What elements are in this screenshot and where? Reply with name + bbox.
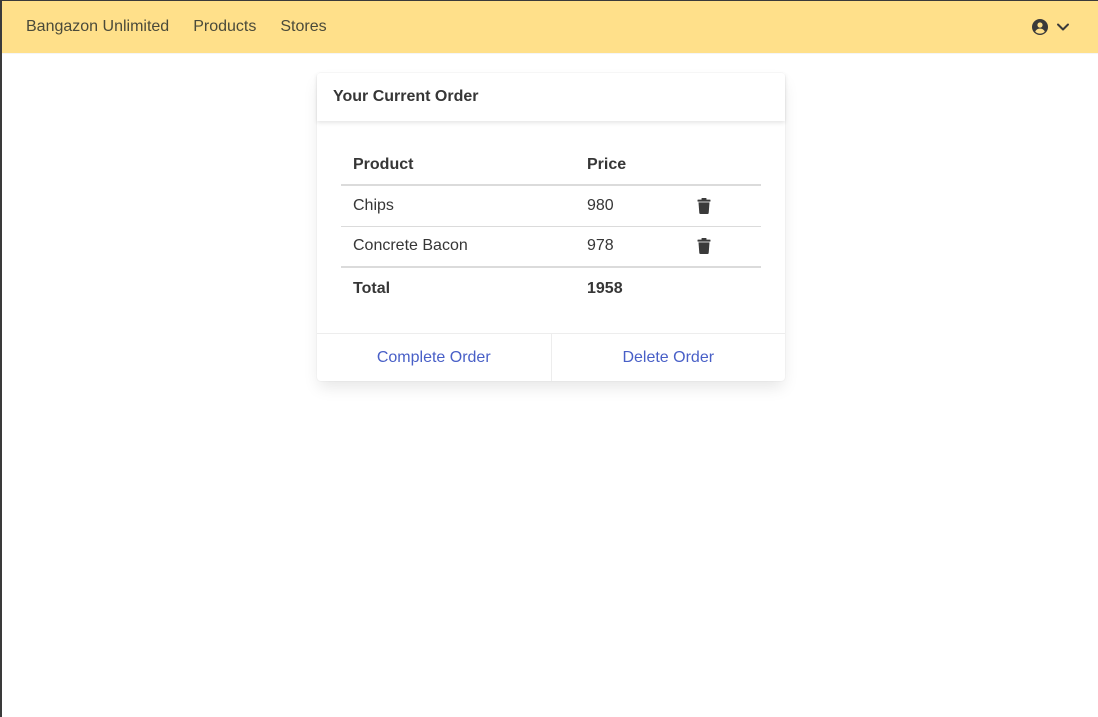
cell-product: Chips	[341, 185, 575, 227]
column-header-action	[685, 145, 761, 186]
table-header-row: Product Price	[341, 145, 761, 186]
cell-action	[685, 226, 761, 268]
column-header-product: Product	[341, 145, 575, 186]
nav-link-products[interactable]: Products	[193, 1, 256, 53]
cell-price: 980	[575, 185, 685, 227]
card-header: Your Current Order	[317, 73, 785, 121]
trash-icon	[697, 238, 711, 255]
app-frame: Bangazon Unlimited Products Stores Your …	[0, 0, 1098, 717]
cell-action	[685, 185, 761, 227]
navbar: Bangazon Unlimited Products Stores	[2, 1, 1098, 53]
nav-links: Bangazon Unlimited Products Stores	[26, 1, 327, 53]
order-table: Product Price Chips 980 Concrete Bacon 9…	[341, 145, 761, 309]
complete-order-button[interactable]: Complete Order	[317, 334, 551, 381]
nav-link-stores[interactable]: Stores	[280, 1, 326, 53]
remove-item-button[interactable]	[697, 197, 711, 214]
table-total-row: Total 1958	[341, 267, 761, 309]
delete-order-button[interactable]: Delete Order	[550, 334, 786, 381]
chevron-down-icon	[1056, 20, 1070, 34]
total-value: 1958	[587, 279, 623, 297]
cell-price: 978	[575, 226, 685, 268]
card-content: Product Price Chips 980 Concrete Bacon 9…	[317, 121, 785, 333]
table-row: Concrete Bacon 978	[341, 226, 761, 268]
total-label: Total	[353, 279, 391, 297]
user-menu[interactable]	[1032, 19, 1074, 35]
user-circle-icon	[1032, 19, 1048, 35]
trash-icon	[697, 197, 711, 214]
column-header-price: Price	[575, 145, 685, 186]
current-order-card: Your Current Order Product Price Chips 9…	[317, 73, 785, 381]
nav-brand[interactable]: Bangazon Unlimited	[26, 1, 169, 53]
card-footer: Complete Order Delete Order	[317, 333, 785, 381]
table-row: Chips 980	[341, 185, 761, 227]
cell-product: Concrete Bacon	[341, 226, 575, 268]
card-title: Your Current Order	[333, 88, 479, 105]
remove-item-button[interactable]	[697, 238, 711, 255]
total-empty-cell	[685, 267, 761, 309]
